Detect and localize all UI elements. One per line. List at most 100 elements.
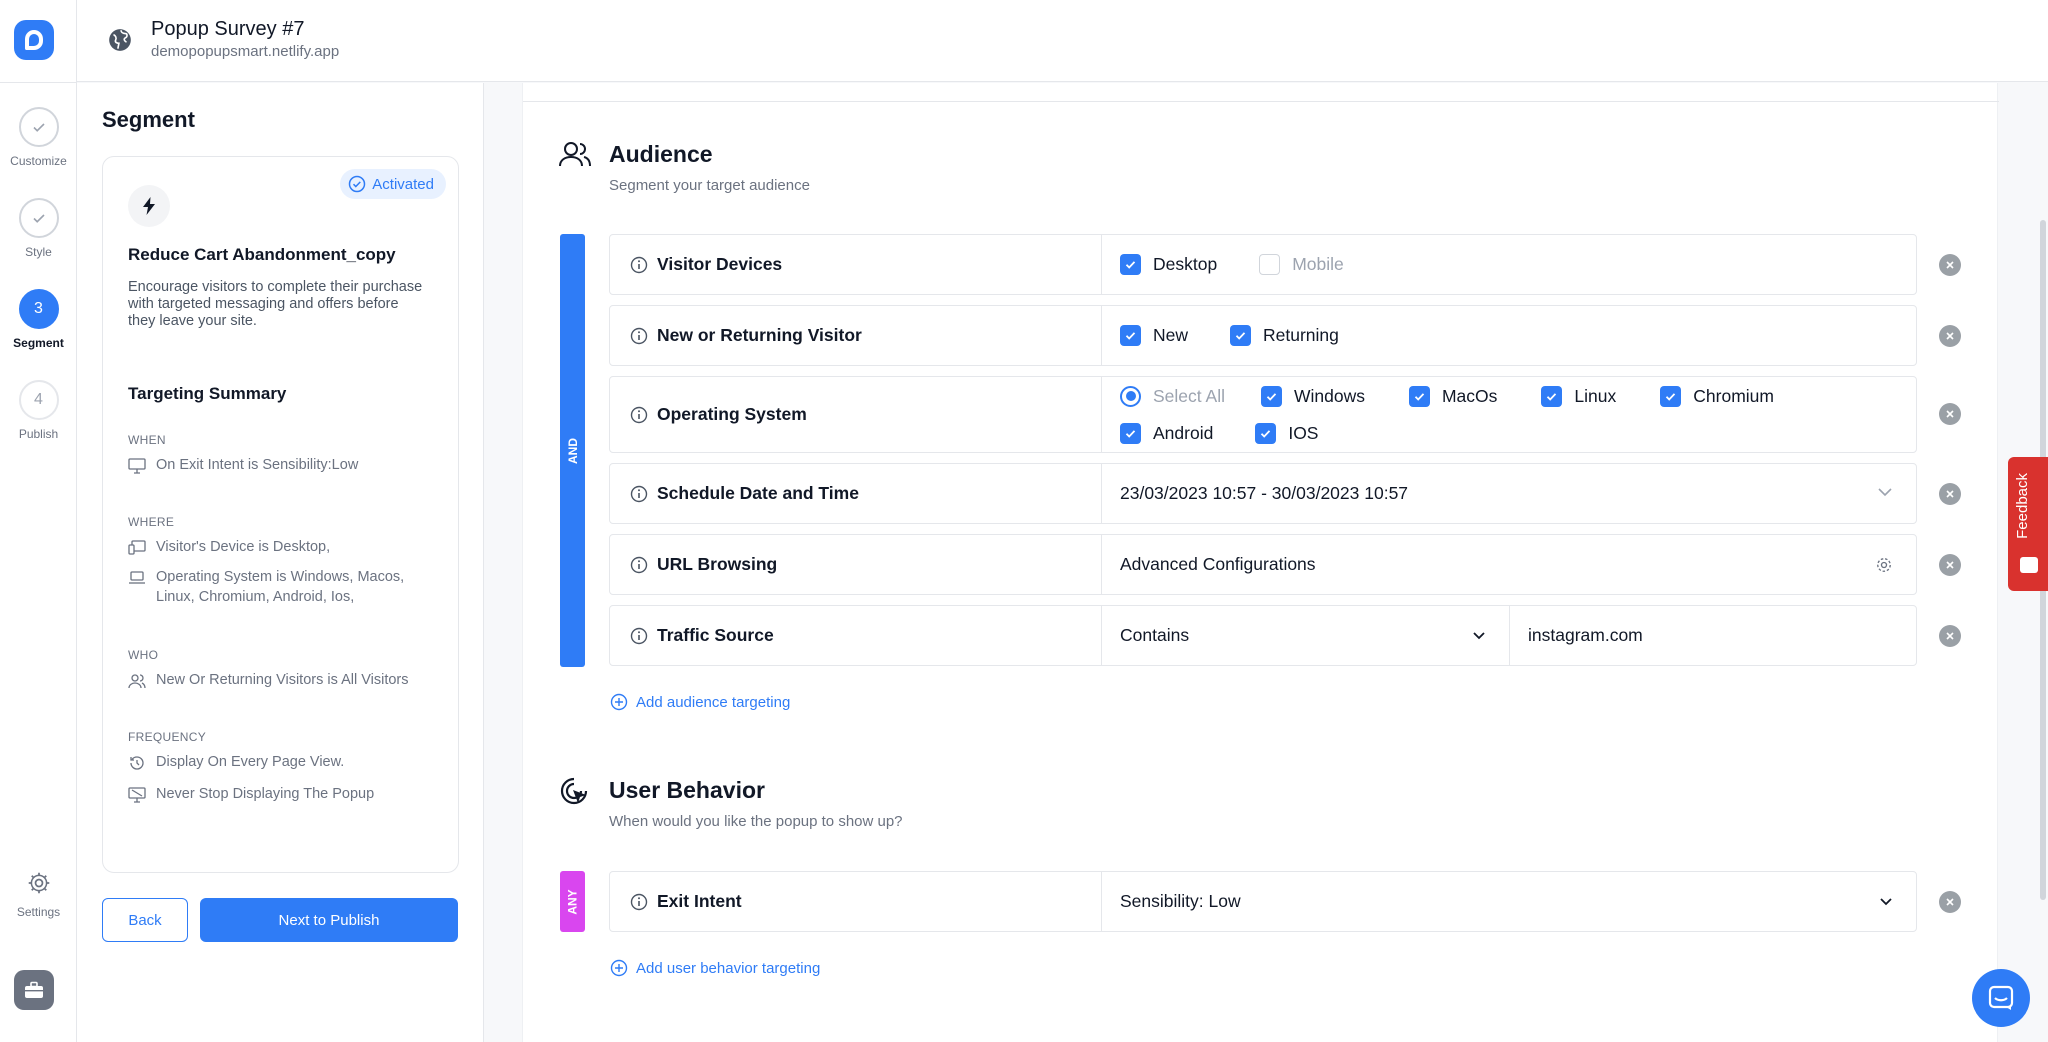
step-style[interactable]: Style [0,198,77,259]
remove-devices-button[interactable] [1939,254,1961,276]
checkbox-checked-icon [1541,385,1563,407]
option-label: Android [1153,422,1214,443]
info-icon[interactable] [630,893,648,911]
close-icon [1946,632,1954,640]
step-customize[interactable]: Customize [0,107,77,168]
audience-title: Audience [609,141,713,167]
sensibility-value: Sensibility: Low [1120,891,1241,911]
option-label: Returning [1263,325,1339,345]
row-value: Desktop Mobile [1102,235,1916,294]
option-label: Linux [1574,385,1617,406]
settings-button[interactable]: Settings [0,870,77,919]
date-range-value: 23/03/2023 10:57 - 30/03/2023 10:57 [1120,483,1409,503]
info-icon[interactable] [630,556,648,574]
mobile-checkbox[interactable]: Mobile [1259,254,1344,275]
app-logo[interactable] [14,20,54,60]
schedule-row: Schedule Date and Time 23/03/2023 10:57 … [609,463,1917,524]
status-badge: Activated [340,169,446,199]
sensibility-select[interactable]: Sensibility: Low [1102,872,1916,931]
popup-title: Popup Survey #7 [151,18,305,40]
bolt-icon [128,185,170,227]
next-to-publish-button[interactable]: Next to Publish [200,898,458,942]
any-logic-bar[interactable]: ANY [560,871,585,932]
step-label-customize: Customize [10,154,67,168]
returning-checkbox[interactable]: Returning [1230,325,1339,346]
plus-circle-icon [610,693,628,711]
step-publish[interactable]: 4 Publish [0,380,77,441]
plus-circle-icon [610,959,628,977]
android-checkbox[interactable]: Android [1120,422,1214,444]
option-label: Chromium [1693,385,1774,406]
step-number: 3 [18,289,59,329]
label-text: Exit Intent [657,891,742,911]
feedback-tab[interactable]: Feedback [2008,457,2048,591]
chat-launcher[interactable] [1972,969,2030,1027]
add-audience-targeting-link[interactable]: Add audience targeting [610,693,790,711]
monitor-icon [128,458,146,474]
segment-description: Encourage visitors to complete their pur… [128,279,423,329]
windows-checkbox[interactable]: Windows [1260,385,1365,407]
close-icon [1946,561,1954,569]
site-url: demopopupsmart.netlify.app [151,43,340,60]
checkbox-checked-icon [1120,422,1141,444]
remove-schedule-button[interactable] [1939,483,1961,505]
chromium-checkbox[interactable]: Chromium [1660,385,1774,407]
operator-select[interactable]: Contains [1102,606,1510,665]
info-icon[interactable] [630,627,648,645]
new-checkbox[interactable]: New [1120,325,1188,346]
chevron-down-icon [1473,632,1485,640]
traffic-source-input[interactable]: instagram.com [1510,606,1916,665]
info-icon[interactable] [630,327,648,345]
operator-value: Contains [1120,625,1190,645]
devices-icon [128,540,146,555]
users-icon [128,674,146,689]
new-returning-row: New or Returning Visitor New Returning [609,305,1917,366]
info-icon[interactable] [630,485,648,503]
summary-item: On Exit Intent is Sensibility:Low [128,455,438,475]
cursor-click-icon [560,777,588,805]
briefcase-button[interactable] [14,970,54,1010]
desktop-checkbox[interactable]: Desktop [1120,254,1217,275]
info-icon[interactable] [630,256,648,274]
radio-selected-icon [1120,385,1141,407]
info-icon[interactable] [630,406,648,424]
briefcase-icon [25,981,43,998]
summary-text: New Or Returning Visitors is All Visitor… [156,672,409,688]
date-range-picker[interactable]: 23/03/2023 10:57 - 30/03/2023 10:57 [1102,464,1916,523]
summary-text: On Exit Intent is Sensibility:Low [156,457,359,473]
frequency-heading: FREQUENCY [128,730,207,744]
remove-os-button[interactable] [1939,403,1961,425]
remove-exit-intent-button[interactable] [1939,891,1961,913]
remove-traffic-button[interactable] [1939,625,1961,647]
remove-url-button[interactable] [1939,554,1961,576]
gear-icon[interactable] [1874,555,1894,575]
url-config-field[interactable]: Advanced Configurations [1102,535,1916,594]
summary-item: Operating System is Windows, Macos, Linu… [128,567,438,607]
row-label: Schedule Date and Time [610,464,1102,523]
url-config-value: Advanced Configurations [1120,554,1316,574]
segment-panel: Segment Activated Reduce Cart Abandonmen… [77,83,484,1042]
add-user-behavior-link[interactable]: Add user behavior targeting [610,959,820,977]
label-text: New or Returning Visitor [657,325,862,345]
row-label: Operating System [610,377,1102,452]
macos-checkbox[interactable]: MacOs [1408,385,1497,407]
ios-checkbox[interactable]: IOS [1255,422,1318,444]
select-all-radio[interactable]: Select All [1120,385,1225,407]
close-icon [1946,332,1954,340]
back-button[interactable]: Back [102,898,188,942]
where-heading: WHERE [128,515,175,529]
and-logic-bar[interactable]: AND [560,234,585,667]
step-segment[interactable]: 3 Segment [0,289,77,350]
linux-checkbox[interactable]: Linux [1541,385,1617,407]
row-value: New Returning [1102,306,1916,365]
option-label: New [1153,325,1189,345]
add-label: Add audience targeting [636,693,791,711]
segment-card: Activated Reduce Cart Abandonment_copy E… [102,156,459,873]
logic-label: ANY [565,888,580,915]
remove-visitor-button[interactable] [1939,325,1961,347]
status-text: Activated [372,175,434,193]
summary-text: Visitor's Device is Desktop, [156,539,331,555]
chat-icon [1988,985,2014,1010]
option-label: Desktop [1153,254,1218,274]
globe-icon [109,29,131,51]
